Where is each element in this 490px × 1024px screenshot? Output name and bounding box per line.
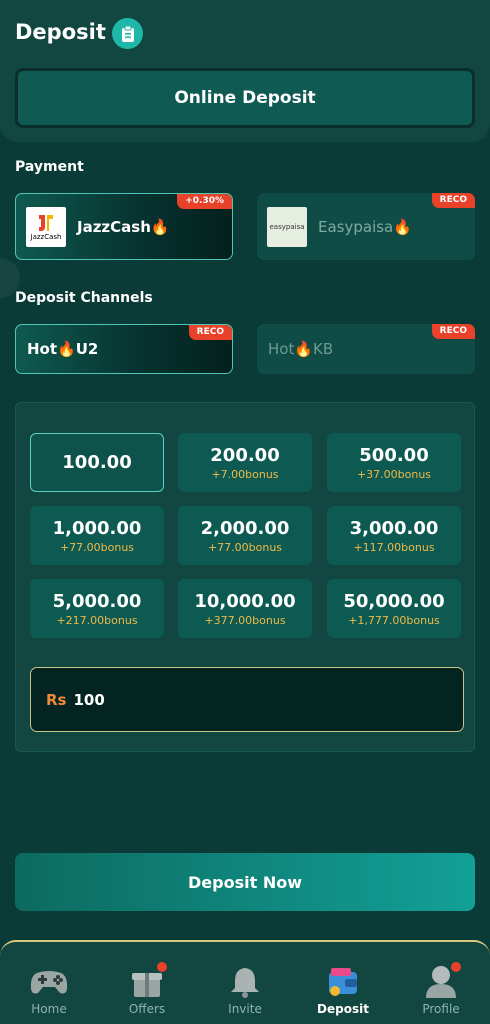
nav-item-deposit[interactable]: Deposit bbox=[294, 942, 392, 1024]
nav-item-home[interactable]: Home bbox=[0, 942, 98, 1024]
amount-option[interactable]: 5,000.00 +217.00bonus bbox=[30, 579, 164, 638]
amount-option[interactable]: 2,000.00 +77.00bonus bbox=[178, 506, 312, 565]
amount-option[interactable]: 200.00 +7.00bonus bbox=[178, 433, 312, 492]
bottom-nav: Home Offers Invite Deposit Profile bbox=[0, 940, 490, 1024]
page-title: Deposit bbox=[15, 20, 106, 44]
nav-item-profile[interactable]: Profile bbox=[392, 942, 490, 1024]
amount-option[interactable]: 100.00 bbox=[30, 433, 164, 492]
gift-icon bbox=[127, 962, 167, 1002]
channel-name: Hot🔥KB bbox=[268, 340, 334, 358]
header-panel: Deposit Online Deposit bbox=[0, 0, 490, 142]
nav-item-offers[interactable]: Offers bbox=[98, 942, 196, 1024]
clipboard-icon[interactable] bbox=[112, 18, 143, 49]
notification-dot bbox=[157, 962, 167, 972]
gamepad-icon bbox=[29, 962, 69, 1002]
amount-panel: 100.00 200.00 +7.00bonus 500.00 +37.00bo… bbox=[15, 402, 475, 752]
bell-icon bbox=[225, 962, 265, 1002]
amount-input[interactable]: Rs 100 bbox=[30, 667, 464, 732]
reco-tag: RECO bbox=[431, 193, 475, 208]
nav-item-invite[interactable]: Invite bbox=[196, 942, 294, 1024]
channel-hot-u2[interactable]: Hot🔥U2 RECO bbox=[15, 324, 233, 374]
amount-option[interactable]: 1,000.00 +77.00bonus bbox=[30, 506, 164, 565]
amount-value: 100 bbox=[73, 690, 105, 709]
amount-option[interactable]: 500.00 +37.00bonus bbox=[327, 433, 461, 492]
user-icon bbox=[421, 962, 461, 1002]
online-deposit-button[interactable]: Online Deposit bbox=[15, 68, 475, 128]
amount-option[interactable]: 10,000.00 +377.00bonus bbox=[178, 579, 312, 638]
payment-method-jazzcash[interactable]: JazzCash JazzCash🔥 +0.30% bbox=[15, 193, 233, 260]
currency-label: Rs bbox=[46, 690, 67, 709]
payment-method-easypaisa[interactable]: easypaisa Easypaisa🔥 RECO bbox=[257, 193, 475, 260]
payment-method-name: JazzCash🔥 bbox=[77, 217, 170, 236]
payment-method-name: Easypaisa🔥 bbox=[318, 217, 412, 236]
amount-option[interactable]: 50,000.00 +1,777.00bonus bbox=[327, 579, 461, 638]
reco-tag: RECO bbox=[188, 325, 232, 340]
channel-hot-kb[interactable]: Hot🔥KB RECO bbox=[257, 324, 475, 374]
jazzcash-logo: JazzCash bbox=[26, 206, 66, 247]
bonus-tag: +0.30% bbox=[177, 194, 232, 209]
jazzcash-mark-icon bbox=[39, 214, 53, 231]
easypaisa-logo: easypaisa bbox=[267, 206, 307, 247]
deposit-now-button[interactable]: Deposit Now bbox=[15, 853, 475, 911]
channels-section-title: Deposit Channels bbox=[15, 290, 153, 306]
payment-section-title: Payment bbox=[15, 159, 84, 175]
channel-name: Hot🔥U2 bbox=[27, 340, 99, 358]
wallet-icon bbox=[323, 962, 363, 1002]
amount-option[interactable]: 3,000.00 +117.00bonus bbox=[327, 506, 461, 565]
reco-tag: RECO bbox=[431, 324, 475, 339]
notification-dot bbox=[451, 962, 461, 972]
